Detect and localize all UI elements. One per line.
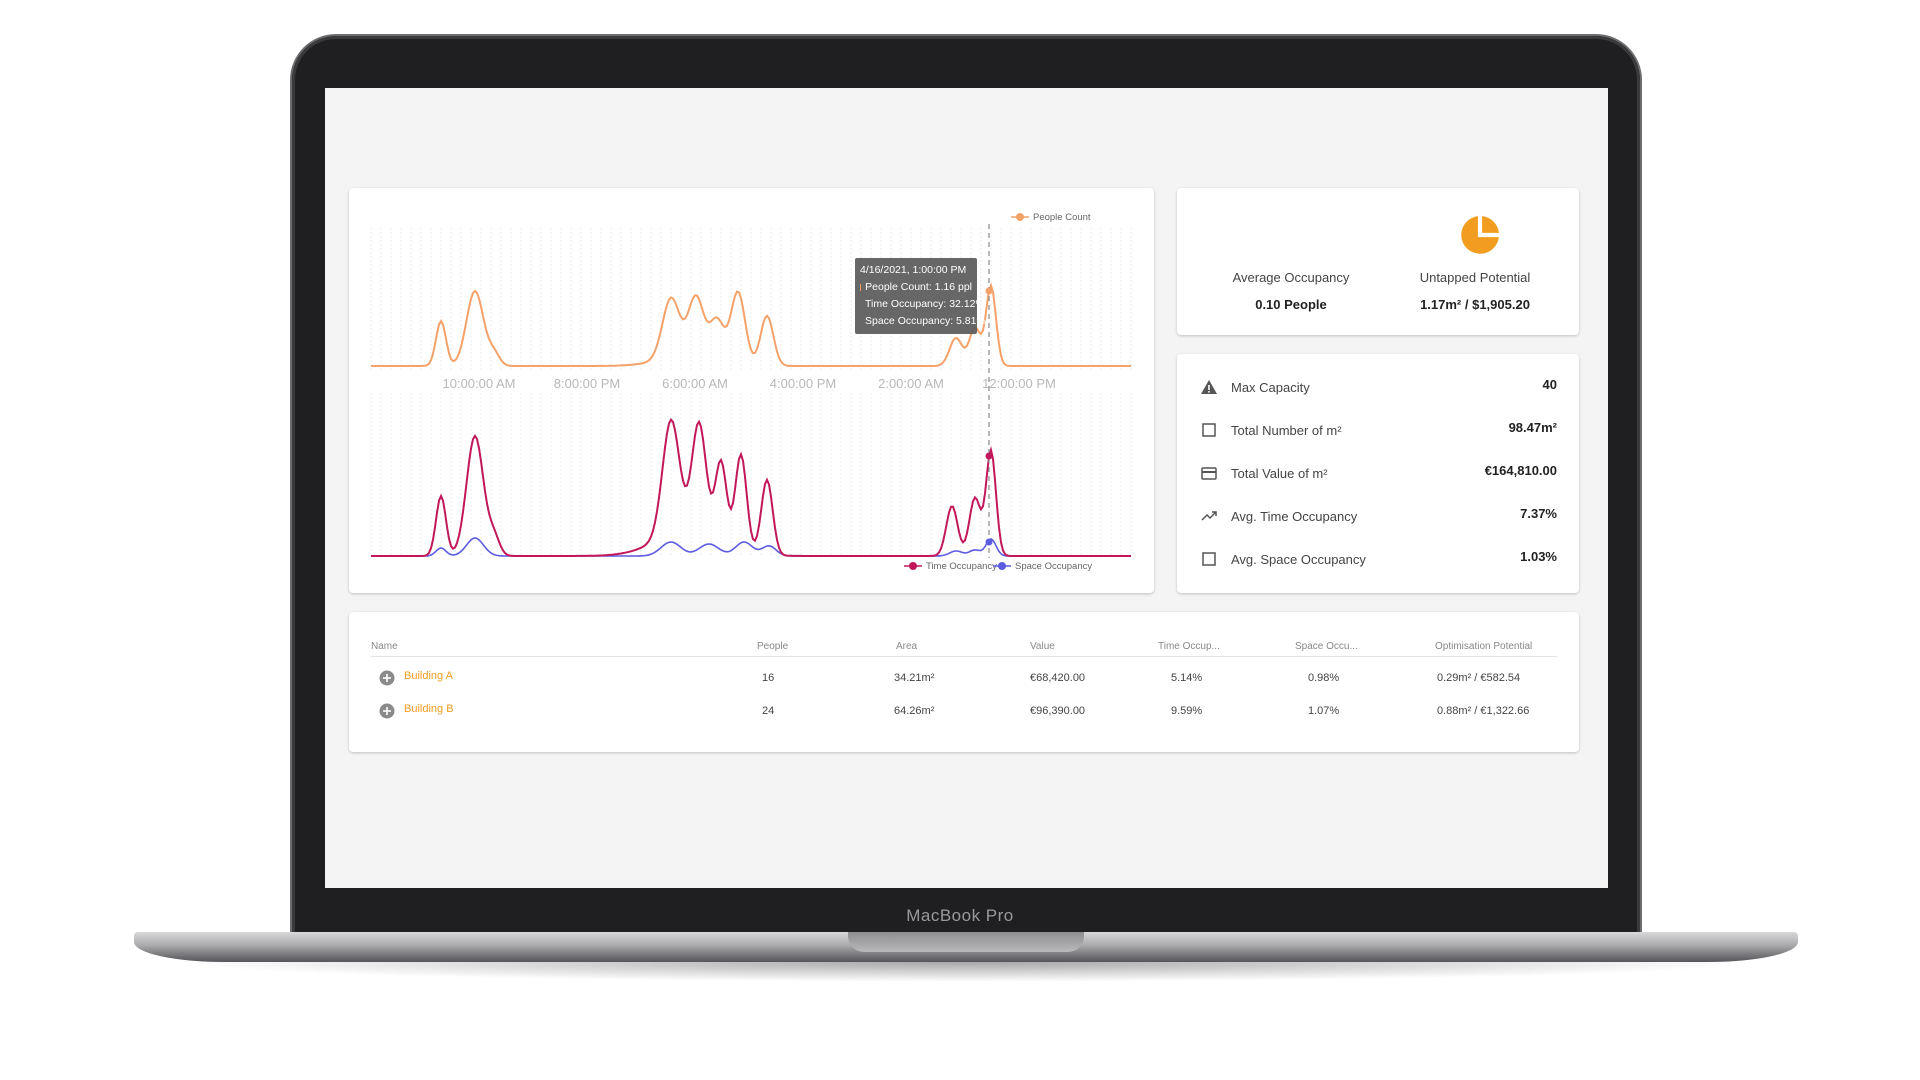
device-label: MacBook Pro: [906, 906, 1014, 925]
optimisation-cell: 0.29m² / €582.54: [1437, 672, 1521, 684]
stat-label: Total Number of m²: [1231, 422, 1342, 438]
x-tick-label: 2:00:00 AM: [878, 376, 944, 391]
card-icon: [1199, 463, 1219, 483]
untapped-potential-value: 1.17m² / $1,905.20: [1420, 297, 1530, 312]
hover-marker-space: [985, 538, 993, 546]
stat-label: Avg. Time Occupancy: [1231, 508, 1358, 524]
untapped-potential: Untapped Potential 1.17m² / $1,905.20: [1375, 270, 1575, 312]
space-occupancy-cell: 1.07%: [1308, 705, 1340, 717]
expand-icon[interactable]: [379, 703, 395, 719]
stat-avg-time-occupancy: Avg. Time Occupancy 7.37%: [1199, 503, 1557, 529]
stat-avg-space-occupancy: Avg. Space Occupancy 1.03%: [1199, 546, 1557, 572]
legend-people-marker: [1016, 213, 1024, 221]
area-cell: 64.26m²: [894, 705, 935, 717]
x-tick-label: 6:00:00 AM: [662, 376, 728, 391]
header-time-occupancy[interactable]: Time Occup...: [1158, 641, 1220, 652]
average-occupancy: Average Occupancy 0.10 People: [1191, 270, 1391, 312]
x-tick-label: 10:00:00 AM: [443, 376, 516, 391]
building-name[interactable]: Building A: [404, 670, 453, 682]
tooltip-people: People Count: 1.16 ppl: [865, 281, 972, 293]
legend-space-occupancy[interactable]: Space Occupancy: [993, 561, 1092, 572]
expand-icon[interactable]: [379, 670, 395, 686]
stat-value: 7.37%: [1520, 505, 1557, 521]
x-tick-label: 8:00:00 PM: [554, 376, 621, 391]
stat-value: 98.47m²: [1508, 419, 1557, 435]
laptop-base-notch: [848, 932, 1084, 952]
summary-card: Average Occupancy 0.10 People Untapped P…: [1177, 188, 1579, 335]
tooltip-space: Space Occupancy: 5.81%: [865, 315, 986, 327]
legend-people-label: People Count: [1033, 212, 1091, 223]
square-icon: [1199, 549, 1219, 569]
header-name[interactable]: Name: [371, 641, 398, 652]
pie-chart-icon: [1461, 216, 1499, 254]
table-row[interactable]: Building B 24 64.26m² €96,390.00 9.59% 1…: [371, 699, 1557, 727]
hover-marker-people: [985, 287, 993, 295]
x-axis-ticks: 10:00:00 AM 8:00:00 PM 6:00:00 AM 4:00:00 P…: [443, 376, 1056, 391]
laptop-shadow: [170, 962, 1760, 982]
legend-people-count[interactable]: People Count: [1011, 212, 1091, 223]
time-occupancy-cell: 5.14%: [1171, 672, 1203, 684]
tooltip-title: 4/16/2021, 1:00:00 PM: [860, 264, 967, 276]
header-people[interactable]: People: [757, 641, 788, 652]
warning-icon: [1199, 377, 1219, 397]
space-occupancy-cell: 0.98%: [1308, 672, 1340, 684]
header-area[interactable]: Area: [896, 641, 917, 652]
table-row[interactable]: Building A 16 34.21m² €68,420.00 5.14% 0…: [371, 666, 1557, 694]
building-name[interactable]: Building B: [404, 703, 454, 715]
legend-space-label: Space Occupancy: [1015, 561, 1092, 572]
area-cell: 34.21m²: [894, 672, 935, 684]
optimisation-cell: 0.88m² / €1,322.66: [1437, 705, 1530, 717]
stats-card: Max Capacity 40 Total Number of m² 98.47…: [1177, 354, 1579, 593]
tooltip-time: Time Occupancy: 32.12%: [865, 298, 985, 310]
stat-label: Max Capacity: [1231, 379, 1310, 395]
x-tick-label: 12:00:00 PM: [982, 376, 1056, 391]
header-optimisation-potential[interactable]: Optimisation Potential: [1435, 641, 1532, 652]
header-value[interactable]: Value: [1030, 641, 1055, 652]
stat-total-number: Total Number of m² 98.47m²: [1199, 417, 1557, 443]
square-icon: [1199, 420, 1219, 440]
trending-up-icon: [1199, 506, 1219, 526]
header-space-occupancy[interactable]: Space Occu...: [1295, 641, 1358, 652]
stat-max-capacity: Max Capacity 40: [1199, 374, 1557, 400]
untapped-potential-label: Untapped Potential: [1419, 270, 1531, 285]
value-cell: €68,420.00: [1030, 672, 1086, 684]
stat-label: Total Value of m²: [1231, 465, 1328, 481]
hover-marker-time: [985, 452, 993, 460]
occupancy-chart-card: People Count 10:00:00 AM 8:00:00 PM 6:00:0…: [349, 188, 1154, 593]
stat-total-value: Total Value of m² €164,810.00: [1199, 460, 1557, 486]
legend-time-label: Time Occupancy: [926, 561, 997, 572]
value-cell: €96,390.00: [1030, 705, 1086, 717]
chart-tooltip: 4/16/2021, 1:00:00 PM People Count: 1.16…: [855, 258, 986, 334]
people-cell: 16: [762, 672, 775, 684]
stat-value: €164,810.00: [1484, 462, 1557, 478]
buildings-table: Name People Area Value Time Occup... Spa…: [349, 612, 1579, 752]
x-tick-label: 4:00:00 PM: [770, 376, 837, 391]
time-occupancy-cell: 9.59%: [1171, 705, 1203, 717]
average-occupancy-value: 0.10 People: [1255, 297, 1327, 312]
legend-time-occupancy[interactable]: Time Occupancy: [904, 561, 997, 572]
people-cell: 24: [762, 705, 775, 717]
dashboard-screen: People Count 10:00:00 AM 8:00:00 PM 6:00:0…: [325, 88, 1608, 888]
average-occupancy-label: Average Occupancy: [1232, 270, 1350, 285]
time-occupancy-series: [371, 417, 1131, 557]
stat-label: Avg. Space Occupancy: [1231, 551, 1366, 567]
stat-value: 40: [1542, 376, 1557, 392]
table-header: Name People Area Value Time Occup... Spa…: [371, 636, 1557, 657]
occupancy-chart[interactable]: People Count 10:00:00 AM 8:00:00 PM 6:00:0…: [349, 188, 1154, 593]
stat-value: 1.03%: [1520, 548, 1557, 564]
